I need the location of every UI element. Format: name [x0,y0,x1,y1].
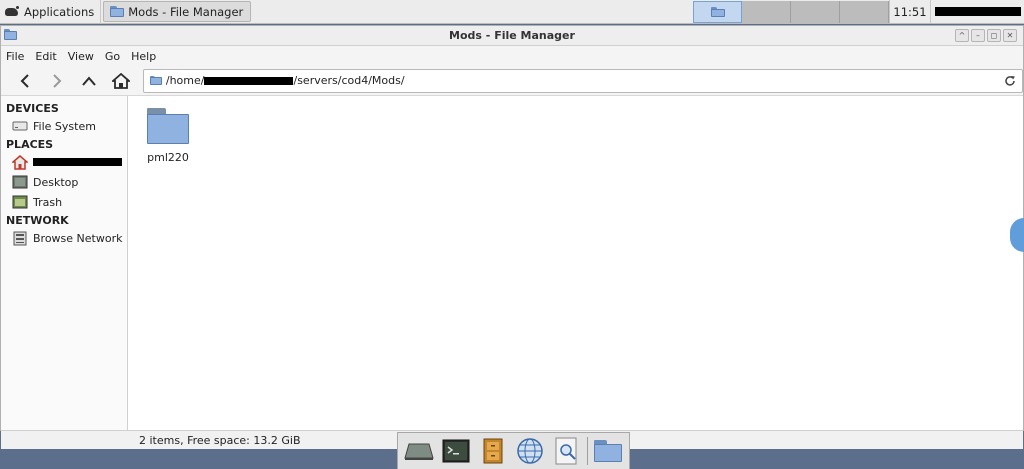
sidebar-item-label: Desktop [33,175,79,189]
folder-icon [710,7,725,17]
redacted-path-segment [204,76,294,85]
path-suffix: /servers/cod4/Mods/ [293,74,405,87]
dock-folder[interactable] [592,435,625,467]
clock[interactable]: 11:51 [889,0,931,23]
sidebar-item-browse-network[interactable]: Browse Network [1,228,127,248]
folder-icon [147,108,189,144]
places-header: PLACES [6,138,54,151]
location-bar[interactable]: /home/ /servers/cod4/Mods/ [142,68,1023,93]
redacted-username [934,7,1021,16]
taskbar-button-file-manager[interactable]: Mods - File Manager [103,1,252,22]
folder-icon [110,6,125,17]
home-icon [111,72,130,89]
toolbar: /home/ /servers/cod4/Mods/ [1,66,1023,96]
sidebar-item-home[interactable] [1,152,127,172]
path-prefix: /home/ [165,74,205,87]
file-manager-window: Mods - File Manager ^ – ◻ ✕ File Edit Vi… [0,25,1024,449]
menu-help[interactable]: Help [131,50,156,63]
applications-label: Applications [24,5,95,19]
search-icon [555,437,576,465]
close-button[interactable]: ✕ [1003,29,1017,42]
network-icon [13,231,27,245]
workspace-3[interactable] [791,1,840,23]
dock [397,432,630,469]
window-title: Mods - File Manager [449,29,575,42]
sidebar-item-desktop[interactable]: Desktop [1,172,127,192]
user-menu[interactable] [931,0,1024,23]
workspace-2[interactable] [742,1,791,23]
window-titlebar[interactable]: Mods - File Manager ^ – ◻ ✕ [1,26,1023,46]
file-view[interactable]: pml220 [128,96,1023,430]
dock-terminal[interactable] [439,435,472,467]
minimize-button[interactable]: – [971,29,985,42]
file-cabinet-icon [483,438,502,464]
menu-bar: File Edit View Go Help [1,46,1023,66]
show-desktop-icon [403,443,434,460]
folder-icon [149,75,162,86]
redacted-home-label [33,158,122,166]
menu-edit[interactable]: Edit [35,50,56,63]
workspace-switcher [693,1,889,23]
sidebar-item-label: Trash [33,195,63,209]
trash-icon [12,195,28,209]
applications-menu-button[interactable]: Applications [0,0,102,24]
workspace-1[interactable] [693,1,742,23]
shade-button[interactable]: ^ [955,29,969,42]
dock-web-browser[interactable] [513,435,546,467]
menu-file[interactable]: File [6,50,24,63]
home-folder-icon [12,154,28,170]
folder-name: pml220 [147,151,189,164]
home-button[interactable] [105,68,137,94]
sidebar-item-file-system[interactable]: File System [1,116,127,136]
dock-separator [587,437,588,465]
window-folder-icon[interactable] [4,29,17,40]
status-text: 2 items, Free space: 13.2 GiB [139,433,301,447]
folder-icon [594,440,623,462]
devices-header: DEVICES [6,102,59,115]
dock-search[interactable] [550,435,583,467]
desktop-icon [12,175,28,189]
sidebar: DEVICES File System PLACES Desktop Trash… [1,96,128,430]
chevron-left-icon [20,73,29,88]
globe-icon [516,438,543,464]
menu-view[interactable]: View [68,50,94,63]
dock-file-manager[interactable] [476,435,509,467]
content-area: DEVICES File System PLACES Desktop Trash… [1,96,1023,430]
menu-go[interactable]: Go [105,50,120,63]
drive-icon [12,121,28,131]
sidebar-item-label: File System [33,119,96,133]
folder-item-pml220[interactable]: pml220 [138,108,198,164]
chevron-right-icon [53,73,62,88]
dock-show-desktop[interactable] [402,435,435,467]
terminal-icon [442,439,469,463]
network-header: NETWORK [6,214,69,227]
sidebar-item-label: Browse Network [33,231,123,245]
taskbar-button-label: Mods - File Manager [128,4,244,19]
top-panel: Applications Mods - File Manager 11:51 [0,0,1024,24]
maximize-button[interactable]: ◻ [987,29,1001,42]
xfce-mouse-icon [4,5,20,19]
reload-button[interactable] [1002,73,1018,89]
back-button[interactable] [9,68,41,94]
up-button[interactable] [73,68,105,94]
location-path: /home/ /servers/cod4/Mods/ [166,74,405,87]
reload-icon [1005,75,1015,86]
chevron-up-icon [82,75,96,86]
forward-button[interactable] [41,68,73,94]
window-controls: ^ – ◻ ✕ [955,29,1017,42]
sidebar-item-trash[interactable]: Trash [1,192,127,212]
workspace-4[interactable] [840,1,889,23]
